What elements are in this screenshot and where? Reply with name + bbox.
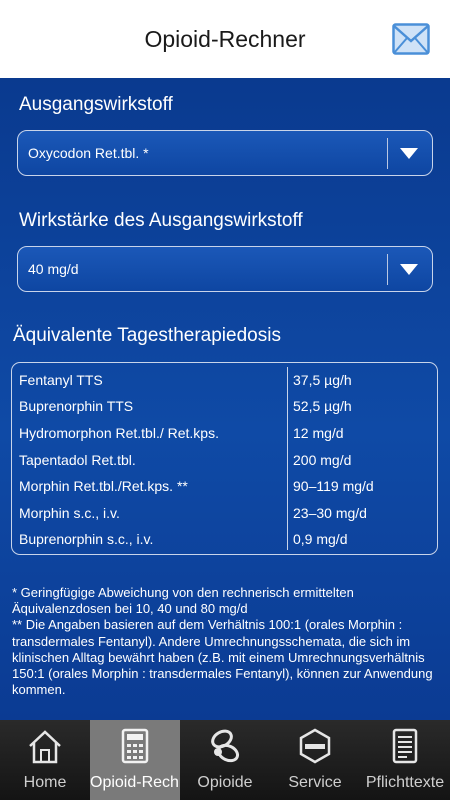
equivalent-dose-table: Fentanyl TTS 37,5 µg/h Buprenorphin TTS … [11, 362, 438, 555]
substance-name: Tapentadol Ret.tbl. [19, 452, 136, 468]
substance-name: Morphin s.c., i.v. [19, 505, 120, 521]
substance-dose: 52,5 µg/h [293, 398, 352, 414]
tab-label: Opioid-Rechner [90, 774, 180, 791]
substance-dose: 37,5 µg/h [293, 372, 352, 388]
substance-dose: 23–30 mg/d [293, 505, 367, 521]
footnote-double-star: ** Die Angaben basieren auf dem Verhältn… [12, 617, 433, 698]
table-row: Hydromorphon Ret.tbl./ Ret.kps. 12 mg/d [12, 420, 439, 447]
substance-name: Morphin Ret.tbl./Ret.kps. ** [19, 478, 188, 494]
substance-dose: 90–119 mg/d [293, 478, 374, 494]
substance-name: Fentanyl TTS [19, 372, 103, 388]
tab-opioid-rechner[interactable]: Opioid-Rechner [90, 720, 180, 800]
table-row: Morphin Ret.tbl./Ret.kps. ** 90–119 mg/d [12, 473, 439, 500]
table-row: Buprenorphin s.c., i.v. 0,9 mg/d [12, 526, 439, 553]
table-row: Tapentadol Ret.tbl. 200 mg/d [12, 447, 439, 474]
tab-pflichttexte[interactable]: Pflichttexte [360, 720, 450, 800]
strength-value: 40 mg/d [28, 261, 79, 277]
tab-label: Opioide [197, 774, 253, 791]
footnotes: * Geringfügige Abweichung von den rechne… [12, 585, 440, 698]
substance-dose: 0,9 mg/d [293, 531, 348, 547]
footnote-single-star: * Geringfügige Abweichung von den rechne… [12, 585, 354, 617]
tab-label: Pflichttexte [365, 774, 445, 791]
substance-dose: 200 mg/d [293, 452, 352, 468]
app-header: Opioid-Rechner [0, 0, 450, 78]
tab-opioide[interactable]: Opioide [180, 720, 270, 800]
home-icon [29, 730, 61, 764]
source-substance-label: Ausgangswirkstoff [19, 94, 173, 115]
substance-name: Buprenorphin TTS [19, 398, 134, 414]
hexal-logo-icon [299, 728, 331, 764]
tab-label: Home [23, 774, 67, 791]
tab-home[interactable]: Home [0, 720, 90, 800]
chevron-down-icon [400, 264, 418, 275]
table-row: Fentanyl TTS 37,5 µg/h [12, 367, 439, 394]
source-substance-select[interactable]: Oxycodon Ret.tbl. * [17, 130, 433, 176]
envelope-icon[interactable] [392, 23, 430, 55]
document-icon [392, 728, 418, 764]
pills-icon [211, 729, 240, 763]
select-divider [387, 138, 388, 169]
tab-service[interactable]: Service [270, 720, 360, 800]
results-title: Äquivalente Tagestherapiedosis [13, 325, 281, 346]
page-title: Opioid-Rechner [144, 26, 306, 52]
select-divider [387, 254, 388, 285]
substance-name: Buprenorphin s.c., i.v. [19, 531, 154, 547]
chevron-down-icon [400, 148, 418, 159]
tab-label: Service [288, 774, 342, 791]
source-substance-value: Oxycodon Ret.tbl. * [28, 145, 149, 161]
table-row: Morphin s.c., i.v. 23–30 mg/d [12, 500, 439, 527]
strength-select[interactable]: 40 mg/d [17, 246, 433, 292]
table-row: Buprenorphin TTS 52,5 µg/h [12, 393, 439, 420]
strength-label: Wirkstärke des Ausgangswirkstoff [19, 210, 303, 231]
substance-dose: 12 mg/d [293, 425, 344, 441]
substance-name: Hydromorphon Ret.tbl./ Ret.kps. [19, 425, 219, 441]
calculator-icon [121, 728, 149, 764]
bottom-tab-bar: Home Opioid-Rechner Opioide Service [0, 720, 450, 800]
